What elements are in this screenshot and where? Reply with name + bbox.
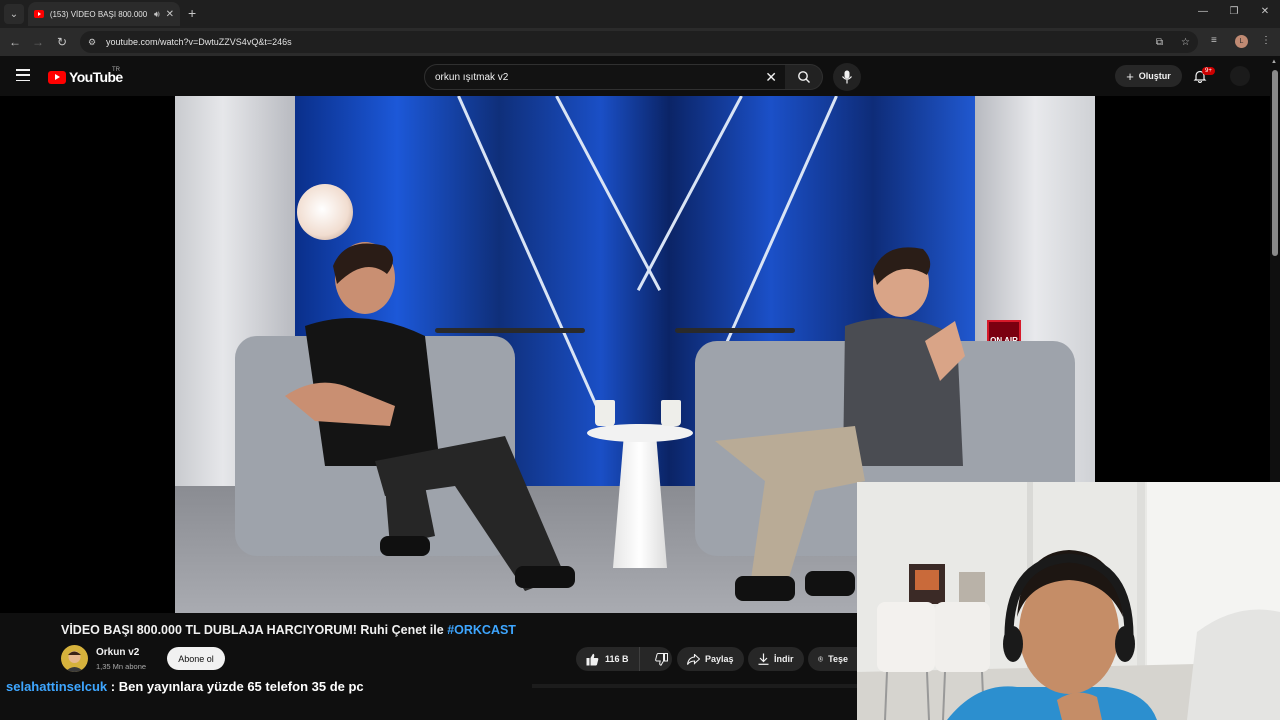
clear-search-icon[interactable]: ✕ xyxy=(765,69,777,86)
install-app-icon[interactable]: ⧉ xyxy=(1156,37,1163,48)
channel-avatar[interactable] xyxy=(61,645,88,672)
plus-icon[interactable]: + xyxy=(188,5,196,21)
thanks-button[interactable]: $ Teşe xyxy=(808,647,858,671)
thumbs-down-icon xyxy=(654,652,668,666)
search-button[interactable] xyxy=(785,64,823,90)
youtube-favicon-icon xyxy=(34,10,44,18)
like-button[interactable]: 116 B xyxy=(576,647,640,671)
media-controls-icon[interactable]: ≡ xyxy=(1211,35,1217,46)
table-top xyxy=(587,424,693,442)
reload-icon[interactable]: ↻ xyxy=(54,34,70,50)
minimize-icon[interactable]: — xyxy=(1195,6,1211,17)
dislike-button[interactable] xyxy=(645,647,678,671)
create-label: Oluştur xyxy=(1138,71,1171,81)
download-label: İndir xyxy=(774,654,794,664)
youtube-play-icon xyxy=(48,70,66,84)
search-icon xyxy=(797,71,810,83)
hamburger-menu-icon[interactable] xyxy=(16,69,30,81)
download-button[interactable]: İndir xyxy=(748,647,804,671)
subscribe-button[interactable]: Abone ol xyxy=(167,647,225,670)
url-text[interactable]: youtube.com/watch?v=DwtuZZVS4vQ&t=246s xyxy=(106,37,1138,47)
thumbs-up-icon xyxy=(586,653,599,665)
guest-left xyxy=(275,236,595,611)
browser-toolbar: ← → ↻ ⚙ youtube.com/watch?v=DwtuZZVS4vQ&… xyxy=(0,28,1280,56)
bookmark-star-icon[interactable]: ☆ xyxy=(1181,37,1190,48)
address-bar[interactable]: ⚙ youtube.com/watch?v=DwtuZZVS4vQ&t=246s… xyxy=(80,31,1198,53)
restore-icon[interactable]: ❐ xyxy=(1226,6,1242,17)
super-thanks-icon: $ xyxy=(818,656,824,662)
search-input[interactable] xyxy=(435,71,766,83)
profile-avatar[interactable]: L xyxy=(1235,35,1248,48)
notification-badge: 9+ xyxy=(1202,67,1215,75)
youtube-masthead: YouTube TR ✕ + Oluştur 9+ xyxy=(0,56,1280,96)
thanks-label: Teşe xyxy=(828,654,848,664)
plus-icon: + xyxy=(1126,68,1134,84)
mug-right xyxy=(661,400,681,426)
site-info-icon[interactable]: ⚙ xyxy=(88,37,98,47)
mug-left xyxy=(595,400,615,426)
share-label: Paylaş xyxy=(705,654,734,664)
voice-search-button[interactable] xyxy=(833,63,861,91)
chat-username: selahattinselcuk xyxy=(6,679,108,694)
tab-search-icon[interactable]: ⌄ xyxy=(4,4,24,24)
close-icon[interactable]: ✕ xyxy=(166,9,174,20)
video-hashtag[interactable]: #ORKCAST xyxy=(447,623,516,637)
tab-title: (153) VİDEO BAŞI 800.000 TL DUBLAJA HARC… xyxy=(49,9,148,19)
speaker-icon[interactable]: 🔊︎ xyxy=(154,9,160,20)
browser-tab[interactable]: (153) VİDEO BAŞI 800.000 TL DUBLAJA HARC… xyxy=(28,2,180,26)
create-button[interactable]: + Oluştur xyxy=(1115,65,1182,87)
like-count: 116 B xyxy=(605,654,629,664)
back-arrow-icon[interactable]: ← xyxy=(7,34,23,50)
channel-name[interactable]: Orkun v2 xyxy=(96,647,139,658)
webcam-overlay xyxy=(857,482,1280,720)
share-arrow-icon xyxy=(687,653,700,665)
search-box[interactable]: ✕ xyxy=(424,64,786,90)
account-avatar[interactable] xyxy=(1230,66,1250,86)
chat-message-text: Ben yayınlara yüzde 65 telefon 35 de pc xyxy=(118,679,364,694)
subscriber-count: 1,35 Mn abone xyxy=(96,662,147,671)
video-title-text: VİDEO BAŞI 800.000 TL DUBLAJA HARCIYORUM… xyxy=(61,623,448,637)
kebab-menu-icon[interactable]: ⋮ xyxy=(1261,35,1271,46)
overlay-bar xyxy=(532,684,858,688)
microphone-icon xyxy=(842,70,852,84)
region-code: TR xyxy=(112,67,120,73)
chat-separator: : xyxy=(107,679,119,694)
video-title: VİDEO BAŞI 800.000 TL DUBLAJA HARCIYORUM… xyxy=(61,623,516,637)
scroll-up-icon[interactable]: ▲ xyxy=(1271,59,1277,65)
share-button[interactable]: Paylaş xyxy=(677,647,744,671)
window-close-icon[interactable]: ✕ xyxy=(1257,6,1273,17)
svg-text:$: $ xyxy=(820,657,822,661)
like-dislike-group: 116 B xyxy=(576,647,672,671)
scrollbar-thumb[interactable] xyxy=(1272,70,1278,256)
forward-arrow-icon[interactable]: → xyxy=(30,34,46,50)
download-icon xyxy=(758,653,769,665)
chat-overlay-message: selahattinselcuk : Ben yayınlara yüzde 6… xyxy=(6,679,364,694)
pendant-lamp xyxy=(297,184,353,240)
browser-tab-bar: ⌄ (153) VİDEO BAŞI 800.000 TL DUBLAJA HA… xyxy=(0,0,1280,28)
